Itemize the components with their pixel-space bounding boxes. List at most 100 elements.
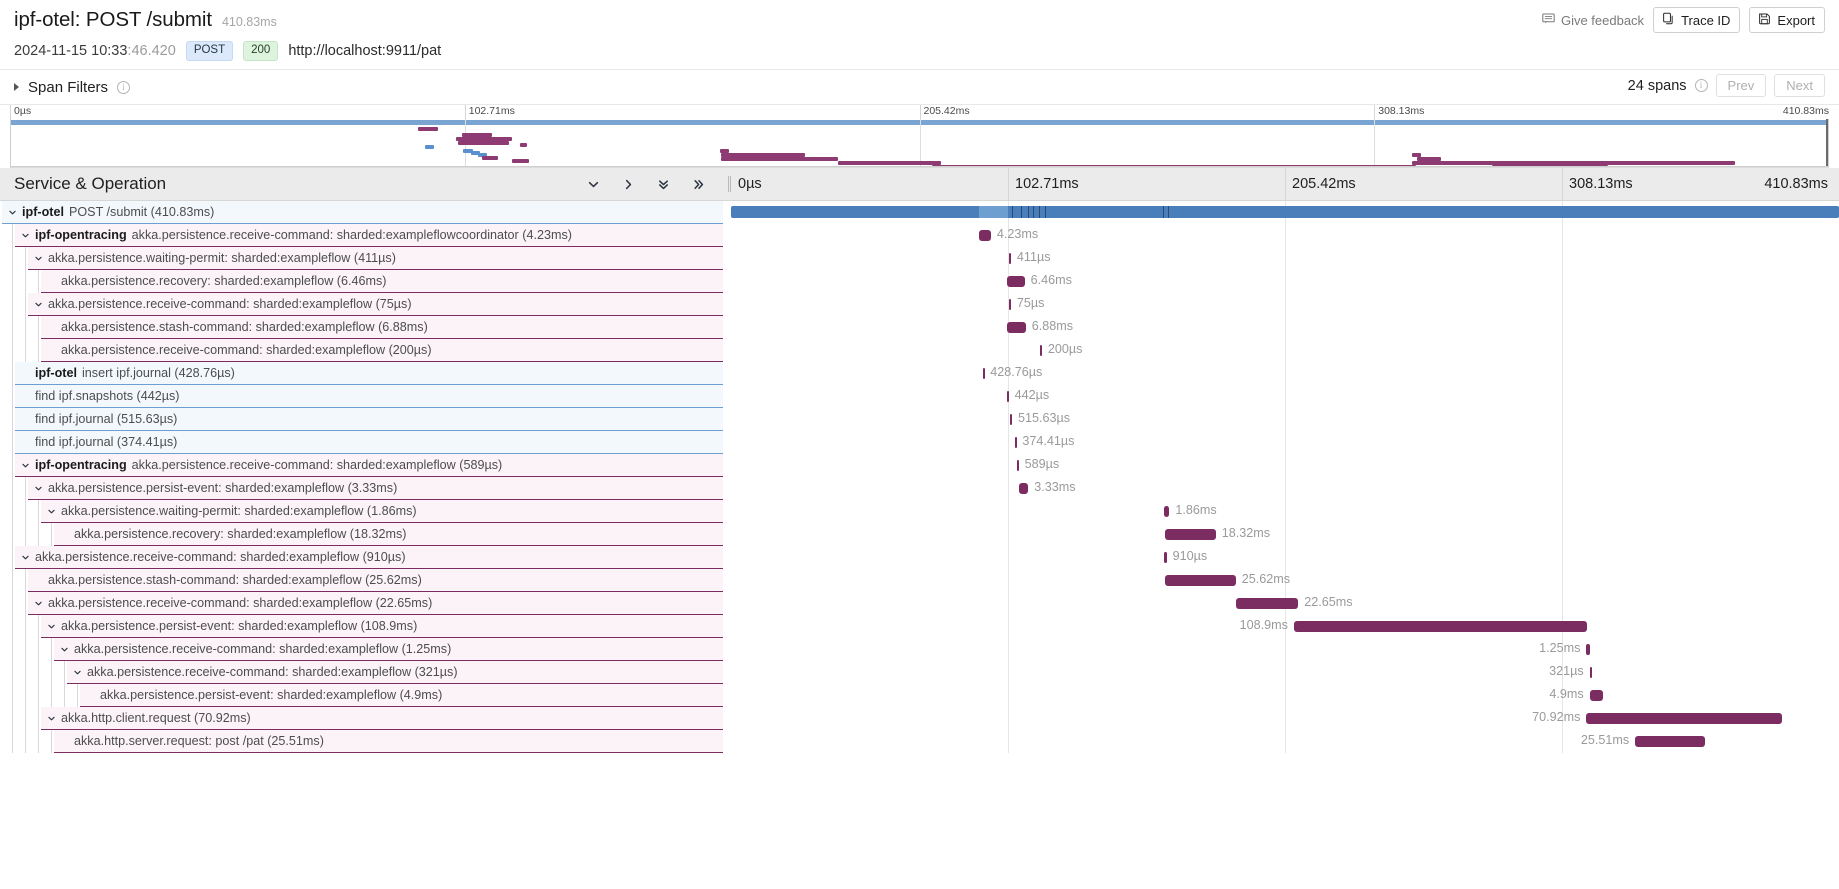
chevron-right-icon[interactable] <box>14 83 19 91</box>
span-row-label-cell[interactable]: ipf-otel insert ipf.journal (428.76µs) <box>0 362 731 385</box>
span-row-label-cell[interactable]: akka.persistence.recovery: sharded:examp… <box>0 523 731 546</box>
span-bar[interactable] <box>1586 713 1783 724</box>
span-bar[interactable] <box>1164 506 1170 517</box>
span-row[interactable]: akka.persistence.receive-command: sharde… <box>0 293 1839 316</box>
chevron-down-icon[interactable] <box>33 484 43 493</box>
span-label-container[interactable]: akka.persistence.receive-command: sharde… <box>28 293 723 316</box>
span-label-container[interactable]: akka.persistence.persist-event: sharded:… <box>80 684 723 707</box>
span-label-container[interactable]: akka.persistence.waiting-permit: sharded… <box>41 500 723 523</box>
span-row-label-cell[interactable]: akka.http.client.request (70.92ms) <box>0 707 731 730</box>
span-row-label-cell[interactable]: akka.persistence.waiting-permit: sharded… <box>0 500 731 523</box>
span-row-bar-cell[interactable]: 515.63µs <box>731 408 1839 431</box>
span-row-bar-cell[interactable] <box>731 201 1839 224</box>
chevron-down-icon[interactable] <box>20 461 30 470</box>
chevron-right-icon[interactable] <box>621 177 635 191</box>
span-row[interactable]: ipf-otel POST /submit (410.83ms) <box>0 201 1839 224</box>
trace-minimap[interactable]: 0µs 102.71ms 205.42ms 308.13ms 410.83ms <box>10 105 1829 168</box>
span-row-bar-cell[interactable]: 22.65ms <box>731 592 1839 615</box>
span-bar[interactable] <box>1016 460 1019 471</box>
next-button[interactable]: Next <box>1774 74 1825 97</box>
chevron-down-icon[interactable] <box>7 208 17 217</box>
span-row[interactable]: akka.persistence.persist-event: sharded:… <box>0 477 1839 500</box>
span-bar[interactable] <box>1006 391 1009 402</box>
span-label-container[interactable]: find ipf.journal (374.41µs) <box>15 431 723 454</box>
export-button[interactable]: Export <box>1749 7 1825 33</box>
span-bar[interactable] <box>1165 529 1216 540</box>
span-row-bar-cell[interactable]: 25.62ms <box>731 569 1839 592</box>
span-bar[interactable] <box>1164 552 1167 563</box>
span-row-label-cell[interactable]: akka.persistence.receive-command: sharde… <box>0 638 731 661</box>
span-row[interactable]: akka.persistence.recovery: sharded:examp… <box>0 523 1839 546</box>
chevron-down-icon[interactable] <box>33 300 43 309</box>
span-row[interactable]: akka.http.client.request (70.92ms) 70.92m… <box>0 707 1839 730</box>
span-row-label-cell[interactable]: akka.persistence.receive-command: sharde… <box>0 293 731 316</box>
span-row[interactable]: akka.persistence.persist-event: sharded:… <box>0 615 1839 638</box>
span-row[interactable]: akka.persistence.recovery: sharded:examp… <box>0 270 1839 293</box>
span-row-label-cell[interactable]: akka.persistence.persist-event: sharded:… <box>0 477 731 500</box>
span-bar[interactable] <box>1019 483 1029 494</box>
double-chevron-right-icon[interactable] <box>691 177 705 191</box>
span-row-bar-cell[interactable]: 200µs <box>731 339 1839 362</box>
span-row[interactable]: akka.persistence.receive-command: sharde… <box>0 546 1839 569</box>
span-bar[interactable] <box>979 230 991 241</box>
span-row[interactable]: akka.persistence.receive-command: sharde… <box>0 638 1839 661</box>
double-chevron-down-icon[interactable] <box>656 177 670 191</box>
span-row-label-cell[interactable]: akka.persistence.persist-event: sharded:… <box>0 684 731 707</box>
info-icon[interactable]: i <box>117 80 131 94</box>
span-row-bar-cell[interactable]: 75µs <box>731 293 1839 316</box>
span-label-container[interactable]: akka.persistence.receive-command: sharde… <box>67 661 723 684</box>
span-row-bar-cell[interactable]: 374.41µs <box>731 431 1839 454</box>
span-label-container[interactable]: akka.persistence.persist-event: sharded:… <box>41 615 723 638</box>
span-row-bar-cell[interactable]: 442µs <box>731 385 1839 408</box>
span-bar[interactable] <box>1040 345 1043 356</box>
span-row-label-cell[interactable]: find ipf.journal (374.41µs) <box>0 431 731 454</box>
span-row-label-cell[interactable]: akka.persistence.receive-command: sharde… <box>0 661 731 684</box>
chevron-down-icon[interactable] <box>20 553 30 562</box>
span-row[interactable]: ipf-opentracing akka.persistence.receive-… <box>0 224 1839 247</box>
span-row-bar-cell[interactable]: 108.9ms <box>731 615 1839 638</box>
span-row-bar-cell[interactable]: 589µs <box>731 454 1839 477</box>
span-row-label-cell[interactable]: ipf-otel POST /submit (410.83ms) <box>0 201 731 224</box>
chevron-down-icon[interactable] <box>33 254 43 263</box>
span-bar[interactable] <box>1589 667 1592 678</box>
span-row[interactable]: akka.persistence.receive-command: sharde… <box>0 592 1839 615</box>
chevron-down-icon[interactable] <box>46 507 56 516</box>
span-bar[interactable] <box>1586 644 1590 655</box>
span-row[interactable]: akka.persistence.receive-command: sharde… <box>0 339 1839 362</box>
span-label-container[interactable]: akka.persistence.receive-command: sharde… <box>41 339 723 362</box>
span-row-label-cell[interactable]: akka.persistence.persist-event: sharded:… <box>0 615 731 638</box>
span-label-container[interactable]: find ipf.journal (515.63µs) <box>15 408 723 431</box>
span-row-label-cell[interactable]: akka.persistence.recovery: sharded:examp… <box>0 270 731 293</box>
chevron-down-icon[interactable] <box>46 622 56 631</box>
span-bar[interactable] <box>1635 736 1706 747</box>
span-label-container[interactable]: akka.http.client.request (70.92ms) <box>41 707 723 730</box>
span-row[interactable]: akka.persistence.waiting-permit: sharded… <box>0 500 1839 523</box>
span-label-container[interactable]: find ipf.snapshots (442µs) <box>15 385 723 408</box>
span-row-label-cell[interactable]: akka.http.server.request: post /pat (25.… <box>0 730 731 753</box>
chevron-down-icon[interactable] <box>59 645 69 654</box>
span-row[interactable]: akka.persistence.stash-command: sharded:… <box>0 569 1839 592</box>
span-label-container[interactable]: ipf-otel POST /submit (410.83ms) <box>2 201 723 224</box>
span-row-bar-cell[interactable]: 1.25ms <box>731 638 1839 661</box>
span-row-label-cell[interactable]: akka.persistence.stash-command: sharded:… <box>0 569 731 592</box>
span-row[interactable]: akka.persistence.receive-command: sharde… <box>0 661 1839 684</box>
give-feedback-button[interactable]: Give feedback <box>1542 12 1644 28</box>
span-label-container[interactable]: akka.persistence.waiting-permit: sharded… <box>28 247 723 270</box>
span-row-bar-cell[interactable]: 4.9ms <box>731 684 1839 707</box>
span-label-container[interactable]: ipf-otel insert ipf.journal (428.76µs) <box>15 362 723 385</box>
minimap-canvas[interactable] <box>10 119 1829 167</box>
minimap-drag-handle-right[interactable] <box>1826 119 1828 166</box>
span-bar[interactable] <box>1165 575 1236 586</box>
span-row[interactable]: find ipf.snapshots (442µs) 442µs <box>0 385 1839 408</box>
span-bar[interactable] <box>1589 690 1604 701</box>
span-bar[interactable] <box>1236 598 1299 609</box>
span-row-label-cell[interactable]: akka.persistence.receive-command: sharde… <box>0 592 731 615</box>
span-row-bar-cell[interactable]: 6.88ms <box>731 316 1839 339</box>
span-row-label-cell[interactable]: akka.persistence.receive-command: sharde… <box>0 339 731 362</box>
trace-id-button[interactable]: Trace ID <box>1653 7 1741 33</box>
span-label-container[interactable]: akka.http.server.request: post /pat (25.… <box>54 730 723 753</box>
span-row-label-cell[interactable]: akka.persistence.stash-command: sharded:… <box>0 316 731 339</box>
span-bar[interactable] <box>1006 276 1025 287</box>
span-label-container[interactable]: ipf-opentracing akka.persistence.receive-… <box>15 454 723 477</box>
span-row-bar-cell[interactable]: 25.51ms <box>731 730 1839 753</box>
